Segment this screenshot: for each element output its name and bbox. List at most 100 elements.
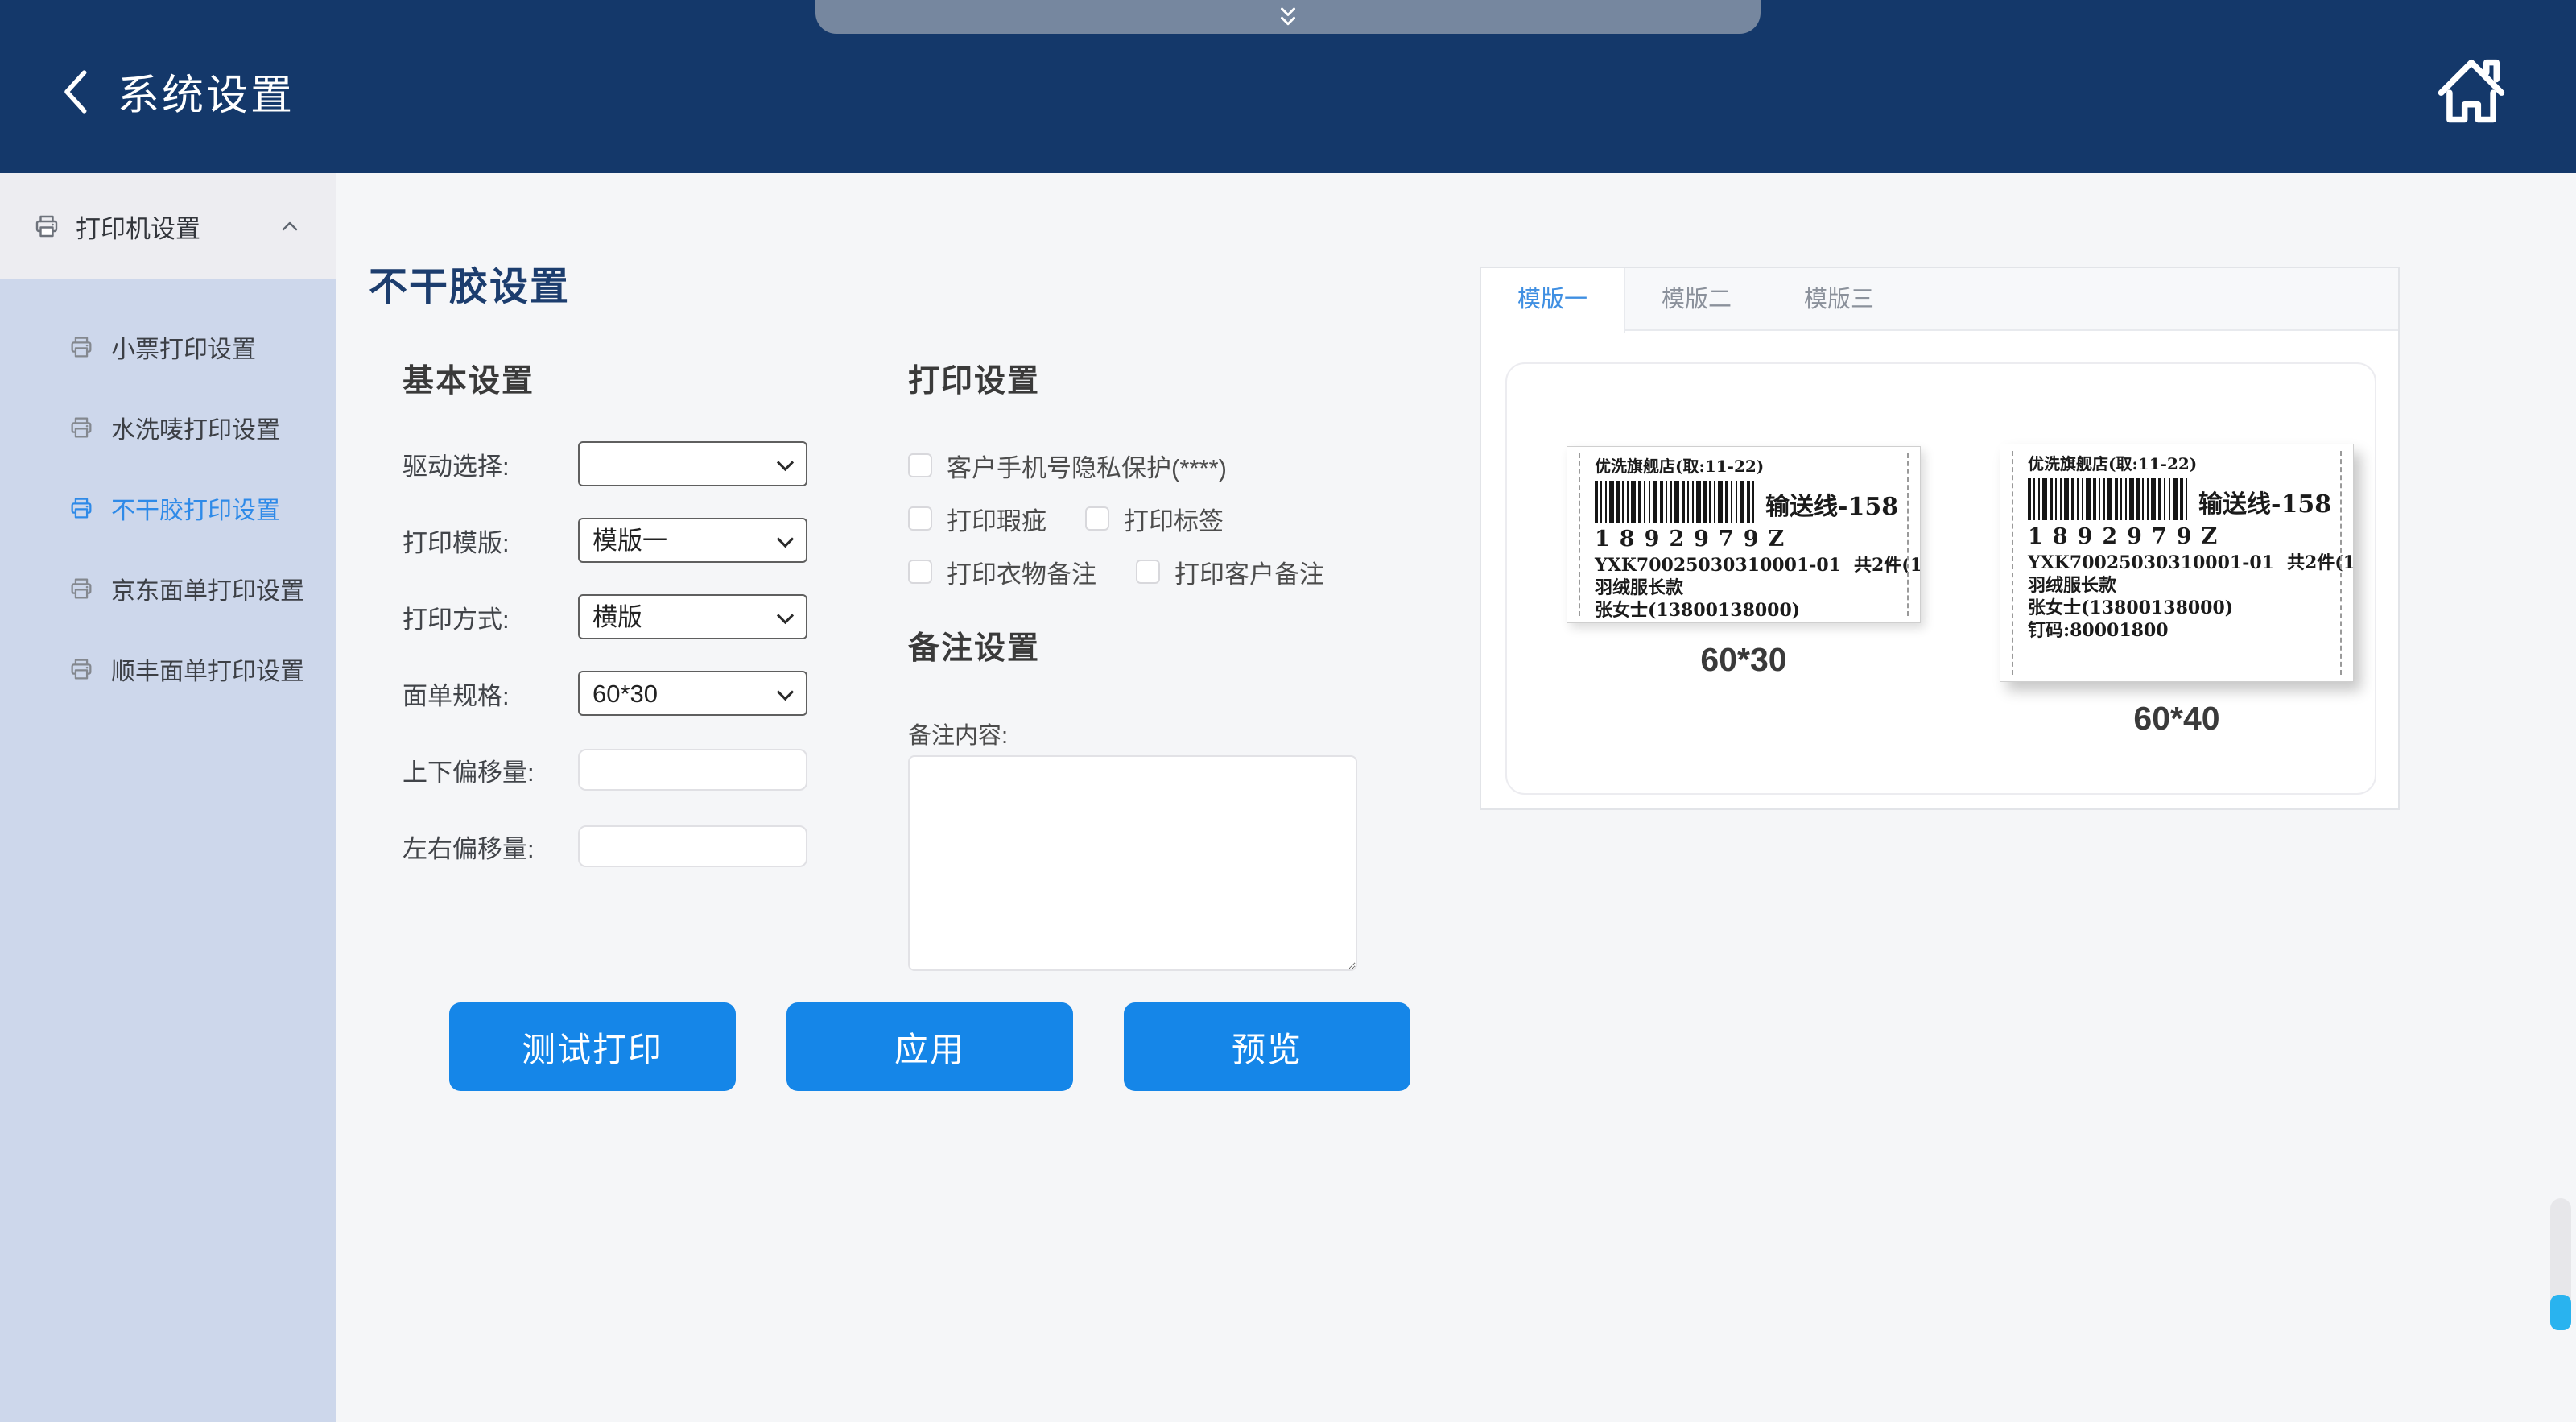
privacy-row: 客户手机号隐私保护(****) xyxy=(908,449,1472,482)
printer-icon xyxy=(68,333,95,361)
label-card: 优洗旗舰店(取:11-22) 输送线-158 1892979Z YXK70025… xyxy=(1567,446,1921,623)
double-chevron-down-icon xyxy=(1269,5,1307,29)
print-template-select[interactable]: 模版一 xyxy=(578,518,807,563)
print-garment-remark-checkbox[interactable] xyxy=(908,560,932,584)
remark-settings-title: 备注设置 xyxy=(908,623,1472,668)
tear-line-right xyxy=(2340,451,2342,675)
conveyor-line: 输送线-158 xyxy=(2198,493,2331,520)
store-line: 优洗旗舰店(取:11-22) xyxy=(1595,457,1899,477)
template-preview-canvas: 优洗旗舰店(取:11-22) 输送线-158 1892979Z YXK70025… xyxy=(1505,362,2376,795)
remark-content-textarea[interactable] xyxy=(908,755,1357,971)
barcode-image xyxy=(1595,481,1756,523)
print-settings-section: 打印设置 客户手机号隐私保护(****) 打印瑕疵 打印标签 打印衣物备注 xyxy=(908,356,1472,975)
label-size-caption: 60*30 xyxy=(1567,641,1921,679)
vertical-offset-input[interactable] xyxy=(578,749,807,791)
field-label: 面单规格: xyxy=(402,676,578,712)
printer-icon xyxy=(68,414,95,441)
screen: 系统设置 打印机设置 xyxy=(0,0,2576,1422)
tab-template-3[interactable]: 模版三 xyxy=(1768,268,1910,329)
sidebar-item-sf-waybill-print[interactable]: 顺丰面单打印设置 xyxy=(0,629,336,709)
sidebar-item-label: 小票打印设置 xyxy=(111,329,256,365)
print-settings-title: 打印设置 xyxy=(908,356,1472,401)
template-tabs: 模版一 模版二 模版三 xyxy=(1481,268,2398,331)
preview-button[interactable]: 预览 xyxy=(1124,1002,1410,1091)
sidebar-item-label: 不干胶打印设置 xyxy=(111,490,280,526)
flaw-tag-row: 打印瑕疵 打印标签 xyxy=(908,502,1472,535)
scrollbar-thumb[interactable] xyxy=(2550,1295,2571,1330)
chevron-left-icon xyxy=(56,63,98,121)
barcode-text: 1892979Z xyxy=(1595,527,1899,552)
test-print-button[interactable]: 测试打印 xyxy=(449,1002,736,1091)
vertical-offset-row: 上下偏移量: xyxy=(402,747,829,792)
horizontal-offset-row: 左右偏移量: xyxy=(402,824,829,869)
checkbox-label: 打印衣物备注 xyxy=(947,554,1096,590)
checkbox-label: 打印瑕疵 xyxy=(947,501,1046,537)
checkbox-label: 客户手机号隐私保护(****) xyxy=(947,448,1227,484)
customer-line: 张女士(13800138000) xyxy=(2028,597,2332,620)
printer-icon xyxy=(68,655,95,683)
print-flaw-checkbox[interactable] xyxy=(908,506,932,531)
sidebar: 打印机设置 小票打印设置 xyxy=(0,173,336,1422)
template-preview-panel: 模版一 模版二 模版三 优洗旗舰店(取:11-22) 输送线-158 18929… xyxy=(1480,267,2400,810)
label-preview-60x30: 优洗旗舰店(取:11-22) 输送线-158 1892979Z YXK70025… xyxy=(1567,446,1921,679)
label-size-select[interactable]: 60*30 xyxy=(578,671,807,716)
field-label: 打印模版: xyxy=(402,523,578,559)
pin-code-line: 钉码:80001800 xyxy=(2028,620,2332,643)
checkbox-label: 打印客户备注 xyxy=(1174,554,1324,590)
privacy-protect-checkbox[interactable] xyxy=(908,453,932,477)
remark-checkbox-row: 打印衣物备注 打印客户备注 xyxy=(908,556,1472,588)
sidebar-item-label: 顺丰面单打印设置 xyxy=(111,651,304,687)
print-mode-select[interactable]: 横版 xyxy=(578,594,807,639)
home-icon xyxy=(2431,45,2512,134)
app-title: 系统设置 xyxy=(118,61,295,122)
barcode-text: 1892979Z xyxy=(2028,524,2332,549)
label-size-caption: 60*40 xyxy=(2000,700,2354,738)
sidebar-item-jd-waybill-print[interactable]: 京东面单打印设置 xyxy=(0,548,336,629)
field-label: 上下偏移量: xyxy=(402,752,578,788)
tear-line-right xyxy=(1907,453,1909,616)
item-line: 羽绒服长款 xyxy=(2028,575,2332,597)
sidebar-group-label: 打印机设置 xyxy=(76,209,200,245)
sidebar-item-receipt-print[interactable]: 小票打印设置 xyxy=(0,307,336,387)
page-title: 不干胶设置 xyxy=(369,254,570,311)
sidebar-item-label: 水洗唛打印设置 xyxy=(111,410,280,445)
barcode-image xyxy=(2028,478,2189,520)
sidebar-group-printer-settings[interactable]: 打印机设置 xyxy=(0,173,336,279)
order-line: YXK70025030310001-01共2件(1/2) xyxy=(2028,552,2332,575)
label-preview-60x40: 优洗旗舰店(取:11-22) 输送线-158 1892979Z YXK70025… xyxy=(2000,444,2354,738)
apply-button[interactable]: 应用 xyxy=(786,1002,1073,1091)
template-select-row: 打印模版: 模版一 xyxy=(402,518,829,563)
printer-icon xyxy=(68,494,95,522)
conveyor-line: 输送线-158 xyxy=(1765,495,1898,523)
printer-icon xyxy=(68,575,95,602)
driver-select-row: 驱动选择: xyxy=(402,441,829,486)
field-label: 左右偏移量: xyxy=(402,829,578,865)
field-label: 打印方式: xyxy=(402,599,578,635)
driver-select[interactable] xyxy=(578,441,807,486)
sidebar-item-label: 京东面单打印设置 xyxy=(111,571,304,606)
chevron-up-icon xyxy=(277,213,303,239)
item-line: 羽绒服长款 xyxy=(1595,577,1899,600)
print-customer-remark-checkbox[interactable] xyxy=(1136,560,1160,584)
checkbox-label: 打印标签 xyxy=(1124,501,1224,537)
orientation-select-row: 打印方式: 横版 xyxy=(402,594,829,639)
remark-content-label: 备注内容: xyxy=(908,717,1472,750)
basic-settings-title: 基本设置 xyxy=(402,356,829,401)
horizontal-offset-input[interactable] xyxy=(578,825,807,867)
basic-settings-section: 基本设置 驱动选择: 打印模版: 模版一 打印方式: 横 xyxy=(402,356,829,900)
action-buttons: 测试打印 应用 预览 xyxy=(449,1002,1410,1091)
home-button[interactable] xyxy=(2431,45,2512,134)
template-preview-body: 优洗旗舰店(取:11-22) 输送线-158 1892979Z YXK70025… xyxy=(1481,331,2398,810)
sidebar-item-washlabel-print[interactable]: 水洗唛打印设置 xyxy=(0,387,336,468)
printer-icon xyxy=(32,212,61,241)
top-bar: 系统设置 xyxy=(0,0,2576,173)
label-card: 优洗旗舰店(取:11-22) 输送线-158 1892979Z YXK70025… xyxy=(2000,444,2354,682)
sidebar-item-sticker-print[interactable]: 不干胶打印设置 xyxy=(0,468,336,548)
tab-template-2[interactable]: 模版二 xyxy=(1625,268,1768,329)
tab-template-1[interactable]: 模版一 xyxy=(1481,268,1625,333)
top-drawer-handle[interactable] xyxy=(815,0,1761,34)
back-button[interactable] xyxy=(56,63,98,121)
store-line: 优洗旗舰店(取:11-22) xyxy=(2028,454,2332,474)
label-size-select-row: 面单规格: 60*30 xyxy=(402,671,829,716)
print-tag-checkbox[interactable] xyxy=(1085,506,1109,531)
